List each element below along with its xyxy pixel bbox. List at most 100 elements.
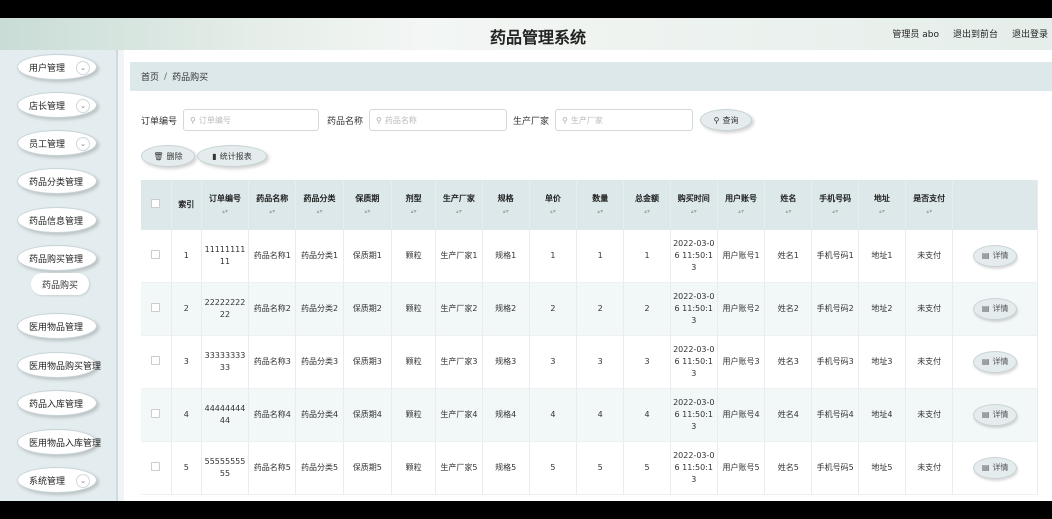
detail-button[interactable]: ▤ 详情 [973, 351, 1018, 373]
sort-icon[interactable]: ▴▾ [879, 209, 885, 215]
sort-icon[interactable]: ▴▾ [597, 209, 603, 215]
column-header[interactable]: 索引 [171, 180, 202, 230]
table-cell-order: 5555555555 [201, 441, 250, 495]
drug-name-label: 药品名称 [327, 116, 364, 127]
order-number-input[interactable]: ⚲ 订单编号 [183, 109, 320, 131]
detail-button[interactable]: ▤ 详情 [973, 245, 1018, 267]
table-cell-name: 药品名称1 [248, 230, 297, 283]
drug-name-input[interactable]: ⚲ 药品名称 [369, 109, 508, 131]
sidebar-item-6[interactable]: 医用物品管理 [17, 313, 97, 339]
sidebar-item-10[interactable]: 系统管理 ⌄ [17, 467, 97, 493]
column-header[interactable]: 单价 ▴▾ [529, 180, 578, 230]
table-cell-qty: 4 [576, 388, 625, 442]
manufacturer-label: 生产厂家 [513, 116, 550, 127]
column-header[interactable]: 生产厂家 ▴▾ [435, 180, 483, 230]
column-header[interactable]: 地址 ▴▾ [858, 180, 907, 230]
table-cell-account: 用户账号1 [717, 230, 766, 283]
sort-icon[interactable]: ▴▾ [691, 209, 697, 215]
table-cell-form: 颗粒 [391, 335, 437, 389]
sort-icon[interactable]: ▴▾ [317, 209, 323, 215]
sort-icon[interactable]: ▴▾ [832, 209, 838, 215]
table-cell-time: 2022-03-06 11:50:13 [670, 335, 718, 389]
sidebar-item-label: 药品信息管理 [29, 216, 84, 227]
sidebar-subitem-drug-purchase[interactable]: 药品购买 [31, 273, 89, 295]
column-header[interactable]: 药品名称 ▴▾ [248, 180, 297, 230]
table-cell-name: 药品名称3 [248, 335, 297, 389]
detail-button[interactable]: ▤ 详情 [973, 298, 1018, 320]
select-all-cell [141, 180, 172, 230]
table-cell-phone: 手机号码1 [811, 230, 859, 283]
select-all-checkbox[interactable] [151, 198, 161, 208]
column-header-label: 单价 [544, 194, 561, 203]
search-icon: ⚲ [376, 115, 382, 125]
column-header[interactable]: 是否支付 ▴▾ [905, 180, 954, 230]
sidebar-item-1[interactable]: 店长管理 ⌄ [17, 92, 97, 118]
row-checkbox[interactable] [151, 461, 161, 471]
column-header-label: 订单编号 [208, 194, 241, 203]
column-header[interactable]: 购买时间 ▴▾ [670, 180, 718, 230]
table-cell-time: 2022-03-06 11:50:13 [670, 282, 718, 336]
detail-button[interactable]: ▤ 详情 [973, 404, 1018, 426]
detail-button[interactable]: ▤ 详情 [973, 457, 1018, 479]
sort-icon[interactable]: ▴▾ [503, 209, 509, 215]
sort-icon[interactable]: ▴▾ [785, 209, 791, 215]
table-cell-person: 姓名5 [764, 441, 813, 495]
column-header-label: 姓名 [780, 194, 797, 203]
column-header-label: 用户账号 [725, 194, 758, 203]
manufacturer-input[interactable]: ⚲ 生产厂家 [555, 109, 694, 131]
column-header-label: 数量 [592, 194, 609, 203]
column-header[interactable]: 用户账号 ▴▾ [717, 180, 766, 230]
query-button[interactable]: ⚲ 查询 [700, 109, 753, 131]
table-cell-cat: 药品分类5 [295, 441, 344, 495]
table-cell-account: 用户账号5 [717, 441, 766, 495]
sidebar-item-9[interactable]: 医用物品入库管理 [17, 429, 101, 455]
table-cell-phone: 手机号码5 [811, 441, 859, 495]
back-to-front-link[interactable]: 退出到前台 [953, 27, 998, 40]
sort-icon[interactable]: ▴▾ [644, 209, 650, 215]
table-cell-idx: 1 [171, 230, 202, 283]
table-cell-order: 1111111111 [201, 230, 250, 283]
detail-button-label: 详情 [992, 304, 1009, 313]
breadcrumb-home[interactable]: 首页 [141, 70, 159, 83]
report-button[interactable]: ▮ 统计报表 [197, 145, 267, 167]
sidebar-item-4[interactable]: 药品信息管理 [17, 207, 97, 233]
column-header-label: 是否支付 [913, 194, 946, 203]
sort-icon[interactable]: ▴▾ [269, 209, 275, 215]
column-header[interactable]: 姓名 ▴▾ [764, 180, 813, 230]
row-checkbox[interactable] [151, 408, 161, 418]
column-header[interactable]: 总金额 ▴▾ [623, 180, 671, 230]
row-checkbox[interactable] [151, 249, 161, 259]
sort-icon[interactable]: ▴▾ [222, 209, 228, 215]
column-header[interactable]: 药品分类 ▴▾ [295, 180, 344, 230]
sidebar-item-8[interactable]: 药品入库管理 [17, 390, 97, 416]
sort-icon[interactable]: ▴▾ [926, 209, 932, 215]
sort-icon[interactable]: ▴▾ [411, 209, 417, 215]
table-cell-addr: 地址2 [858, 282, 907, 336]
table-cell-paid: 未支付 [905, 282, 954, 336]
column-header[interactable]: 数量 ▴▾ [576, 180, 625, 230]
row-checkbox[interactable] [151, 355, 161, 365]
column-header[interactable]: 剂型 ▴▾ [391, 180, 437, 230]
column-header[interactable]: 保质期 ▴▾ [343, 180, 392, 230]
table-cell-time: 2022-03-06 11:50:13 [670, 230, 718, 283]
column-header[interactable]: 规格 ▴▾ [482, 180, 530, 230]
sort-icon[interactable]: ▴▾ [364, 209, 370, 215]
sidebar-item-2[interactable]: 员工管理 ⌄ [17, 130, 97, 156]
row-actions: ▤ 详情 [952, 441, 1038, 495]
sort-icon[interactable]: ▴▾ [738, 209, 744, 215]
sidebar-item-0[interactable]: 用户管理 ⌄ [17, 54, 97, 80]
delete-button[interactable]: 🗑 删除 [141, 145, 195, 167]
sidebar-item-3[interactable]: 药品分类管理 [17, 168, 97, 194]
sort-icon[interactable]: ▴▾ [550, 209, 556, 215]
table-cell-phone: 手机号码2 [811, 282, 859, 336]
column-header[interactable]: 手机号码 ▴▾ [811, 180, 859, 230]
detail-button-label: 详情 [992, 410, 1009, 419]
sort-icon[interactable]: ▴▾ [456, 209, 462, 215]
sidebar-item-7[interactable]: 医用物品购买管理 [17, 352, 101, 378]
table-cell-spec: 规格3 [482, 335, 530, 389]
sidebar-item-5[interactable]: 药品购买管理 [17, 245, 97, 271]
logout-link[interactable]: 退出登录 [1012, 27, 1048, 40]
row-checkbox[interactable] [151, 302, 161, 312]
column-header[interactable]: 订单编号 ▴▾ [201, 180, 250, 230]
table-cell-total: 4 [623, 388, 671, 442]
